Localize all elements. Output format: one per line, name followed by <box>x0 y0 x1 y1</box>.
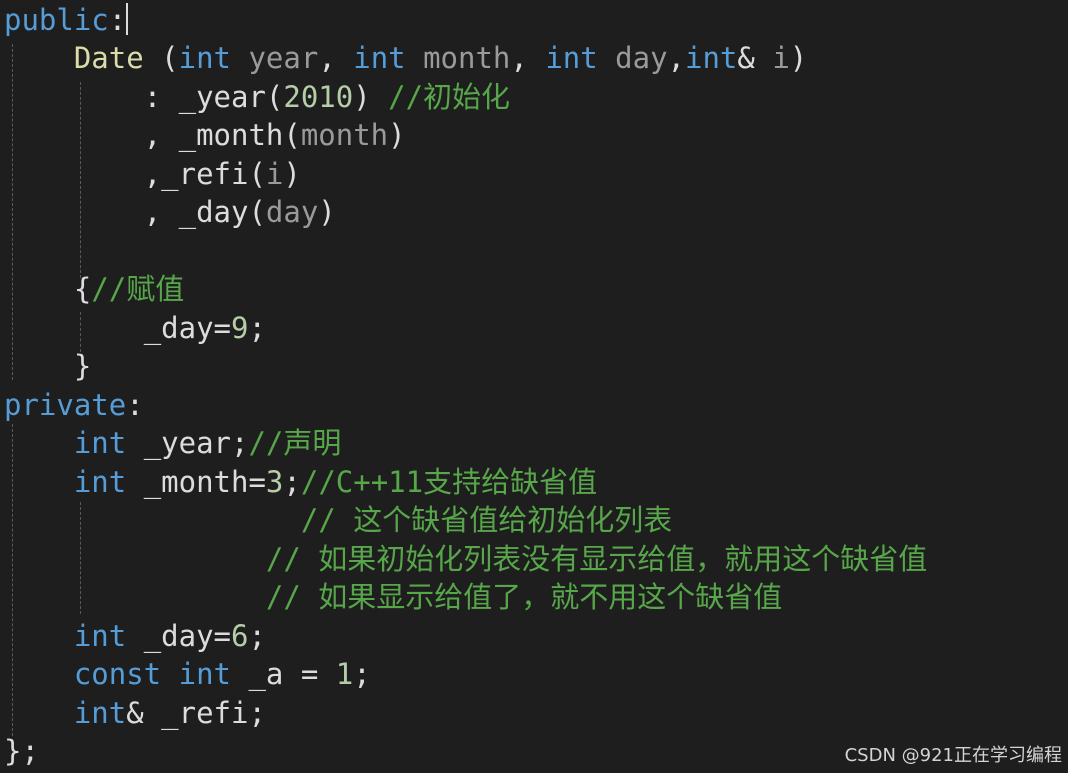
code-line-6[interactable]: , _day(day) <box>4 193 336 231</box>
code-editor[interactable]: public: Date (int year, int month, int d… <box>0 0 1068 773</box>
code-line-10[interactable]: } <box>4 347 91 385</box>
code-line-3[interactable]: : _year(2010) //初始化 <box>4 78 510 116</box>
code-comment: //赋值 <box>91 272 185 306</box>
code-line-1[interactable]: public: <box>4 1 126 39</box>
code-line-8[interactable]: {//赋值 <box>4 270 184 308</box>
code-comment: //初始化 <box>388 80 511 114</box>
code-comment: // 如果显示给值了，就不用这个缺省值 <box>265 580 783 614</box>
watermark: CSDN @921正在学习编程 <box>844 745 1062 766</box>
code-line-4[interactable]: , _month(month) <box>4 116 406 154</box>
code-comment: //声明 <box>248 426 342 460</box>
code-line-2[interactable]: Date (int year, int month, int day,int& … <box>4 39 807 77</box>
code-line-5[interactable]: ,_refi(i) <box>4 155 301 193</box>
code-line-15[interactable]: // 如果初始化列表没有显示给值，就用这个缺省值 <box>4 540 927 578</box>
keyword-public: public <box>4 3 109 37</box>
code-line-18[interactable]: const int _a = 1; <box>4 655 371 693</box>
text-caret <box>126 3 128 35</box>
constructor-name: Date <box>73 41 144 75</box>
code-line-9[interactable]: _day=9; <box>4 309 266 347</box>
code-comment: // 如果初始化列表没有显示给值，就用这个缺省值 <box>265 542 928 576</box>
code-line-12[interactable]: int _year;//声明 <box>4 424 342 462</box>
code-line-20[interactable]: }; <box>4 732 39 770</box>
code-comment: // 这个缺省值给初始化列表 <box>300 503 673 537</box>
code-line-17[interactable]: int _day=6; <box>4 617 266 655</box>
keyword-private: private <box>4 388 127 422</box>
code-comment: //C++11支持给缺省值 <box>300 465 598 499</box>
code-line-19[interactable]: int& _refi; <box>4 694 266 732</box>
code-line-13[interactable]: int _month=3;//C++11支持给缺省值 <box>4 463 597 501</box>
code-line-11[interactable]: private: <box>4 386 144 424</box>
code-line-16[interactable]: // 如果显示给值了，就不用这个缺省值 <box>4 578 782 616</box>
code-line-14[interactable]: // 这个缺省值给初始化列表 <box>4 501 672 539</box>
